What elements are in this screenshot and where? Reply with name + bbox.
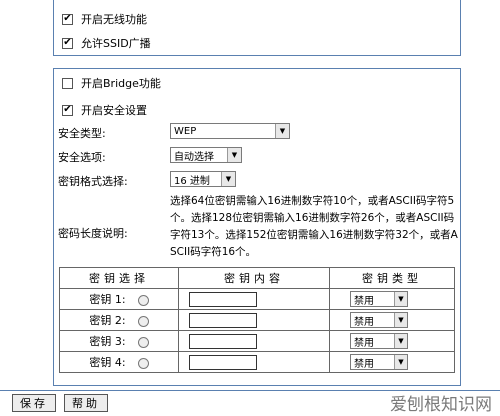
key-type-cell: 禁用 ▼: [329, 330, 455, 352]
wireless-settings-panel: ✔ 开启无线功能 ✔ 允许SSID广播: [53, 0, 461, 56]
chevron-down-icon[interactable]: ▼: [275, 124, 289, 138]
security-type-value: WEP: [174, 125, 197, 137]
key-2-input[interactable]: [189, 312, 257, 328]
security-option-value: 自动选择: [174, 151, 214, 163]
key-table-header: 密钥选择 密钥内容 密钥类型: [59, 267, 455, 289]
key-length-label: 密码长度说明:: [58, 227, 128, 240]
key-label: 密钥 1:: [89, 293, 126, 306]
chevron-down-icon[interactable]: ▼: [221, 172, 235, 186]
enable-security-row[interactable]: ✔ 开启安全设置: [62, 102, 147, 118]
key-type-value: 禁用: [354, 316, 374, 328]
chevron-down-icon[interactable]: ▼: [394, 355, 407, 369]
security-type-select[interactable]: WEP ▼: [170, 123, 290, 139]
security-type-label: 安全类型:: [58, 127, 106, 140]
watermark: 爱刨根知识网: [390, 395, 492, 415]
table-row: 密钥 3: 禁用 ▼: [59, 330, 455, 352]
key-type-value: 禁用: [354, 337, 374, 349]
key-content-cell: [178, 288, 330, 310]
key-format-label: 密钥格式选择:: [58, 175, 128, 188]
enable-bridge-row[interactable]: 开启Bridge功能: [62, 75, 161, 91]
security-settings-panel: 开启Bridge功能 ✔ 开启安全设置 安全类型: WEP ▼ 安全选项: 自动…: [53, 68, 461, 386]
chevron-down-icon[interactable]: ▼: [394, 292, 407, 306]
save-button[interactable]: 保存: [12, 394, 56, 412]
key-select-cell: 密钥 1:: [59, 288, 179, 310]
key-type-cell: 禁用 ▼: [329, 351, 455, 373]
enable-security-checkbox[interactable]: ✔: [62, 104, 73, 116]
key-3-type-select[interactable]: 禁用 ▼: [350, 333, 408, 349]
enable-wireless-checkbox[interactable]: ✔: [62, 13, 73, 25]
help-button[interactable]: 帮助: [64, 394, 108, 412]
key-content-cell: [178, 309, 330, 331]
table-row: 密钥 4: 禁用 ▼: [59, 351, 455, 373]
header-key-type: 密钥类型: [329, 267, 455, 289]
table-row: 密钥 2: 禁用 ▼: [59, 309, 455, 331]
key-content-cell: [178, 351, 330, 373]
key-type-value: 禁用: [354, 295, 374, 307]
key-2-type-select[interactable]: 禁用 ▼: [350, 312, 408, 328]
enable-bridge-checkbox[interactable]: [62, 77, 73, 89]
key-table: 密钥选择 密钥内容 密钥类型 密钥 1: 禁用 ▼ 密钥 2: 禁用 ▼ 密钥 3:…: [59, 267, 455, 373]
key-3-radio[interactable]: [137, 336, 149, 348]
key-select-cell: 密钥 2:: [59, 309, 179, 331]
key-1-type-select[interactable]: 禁用 ▼: [350, 291, 408, 307]
key-select-cell: 密钥 3:: [59, 330, 179, 352]
enable-bridge-label: 开启Bridge功能: [81, 77, 161, 90]
key-length-description: 选择64位密钥需输入16进制数字符10个，或者ASCII码字符5个。选择128位…: [170, 195, 458, 258]
enable-wireless-label: 开启无线功能: [81, 13, 147, 26]
key-select-cell: 密钥 4:: [59, 351, 179, 373]
table-row: 密钥 1: 禁用 ▼: [59, 288, 455, 310]
key-1-input[interactable]: [189, 291, 257, 307]
key-4-input[interactable]: [189, 354, 257, 370]
header-key-select: 密钥选择: [59, 267, 179, 289]
key-2-radio[interactable]: [137, 315, 149, 327]
allow-ssid-broadcast-label: 允许SSID广播: [81, 37, 151, 50]
chevron-down-icon[interactable]: ▼: [227, 148, 241, 162]
header-key-content: 密钥内容: [178, 267, 330, 289]
allow-ssid-broadcast-checkbox[interactable]: ✔: [62, 37, 73, 49]
key-type-cell: 禁用 ▼: [329, 309, 455, 331]
key-4-type-select[interactable]: 禁用 ▼: [350, 354, 408, 370]
key-label: 密钥 4:: [89, 356, 126, 369]
key-label: 密钥 3:: [89, 335, 126, 348]
key-content-cell: [178, 330, 330, 352]
key-label: 密钥 2:: [89, 314, 126, 327]
key-type-cell: 禁用 ▼: [329, 288, 455, 310]
chevron-down-icon[interactable]: ▼: [394, 334, 407, 348]
allow-ssid-broadcast-row[interactable]: ✔ 允许SSID广播: [62, 35, 151, 51]
key-1-radio[interactable]: [137, 294, 149, 306]
key-format-value: 16 进制: [174, 175, 210, 187]
key-4-radio[interactable]: [137, 357, 149, 369]
security-option-label: 安全选项:: [58, 151, 106, 164]
enable-wireless-row[interactable]: ✔ 开启无线功能: [62, 11, 147, 27]
security-option-select[interactable]: 自动选择 ▼: [170, 147, 242, 163]
key-type-value: 禁用: [354, 358, 374, 370]
enable-security-label: 开启安全设置: [81, 104, 147, 117]
chevron-down-icon[interactable]: ▼: [394, 313, 407, 327]
key-format-select[interactable]: 16 进制 ▼: [170, 171, 236, 187]
key-3-input[interactable]: [189, 333, 257, 349]
